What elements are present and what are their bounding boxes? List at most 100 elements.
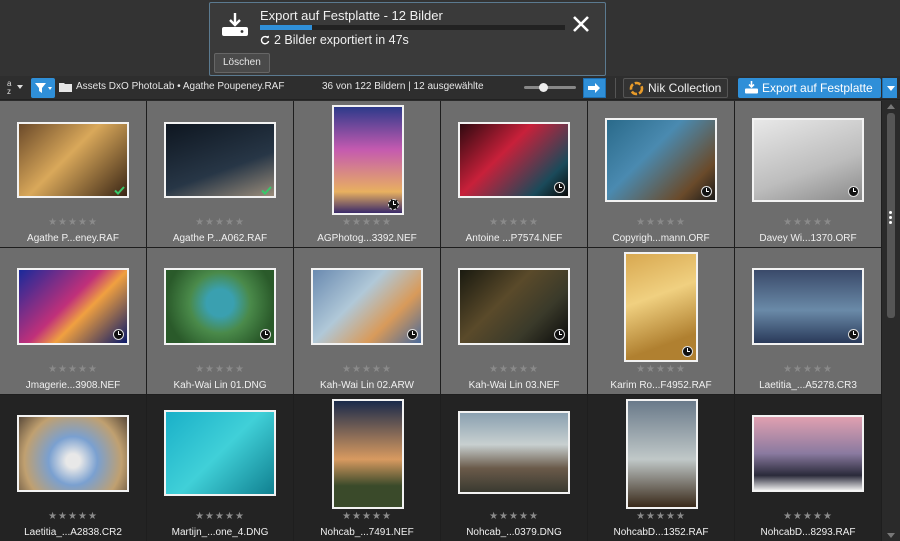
clock-icon bbox=[701, 186, 712, 197]
thumbnail-image[interactable] bbox=[624, 252, 698, 362]
star-rating[interactable]: ★★★★★ bbox=[588, 511, 734, 522]
thumbnail-cell[interactable]: ★★★★★ NohcabD...8293.RAF bbox=[735, 395, 881, 541]
star-rating[interactable]: ★★★★★ bbox=[441, 511, 587, 522]
clock-icon bbox=[407, 329, 418, 340]
sort-button[interactable]: a z bbox=[4, 79, 28, 97]
checkmark-icon bbox=[114, 186, 125, 195]
thumbnail-image[interactable] bbox=[17, 122, 129, 198]
clock-icon bbox=[848, 186, 859, 197]
clear-button[interactable]: Löschen bbox=[214, 53, 270, 73]
thumbnail-cell[interactable]: ★★★★★ Martijn_...one_4.DNG bbox=[147, 395, 293, 541]
star-rating[interactable]: ★★★★★ bbox=[735, 364, 881, 375]
thumbnail-cell[interactable]: ★★★★★ Agathe P...eney.RAF bbox=[0, 101, 146, 247]
thumbnail-filename: Laetitia_...A2838.CR2 bbox=[24, 527, 122, 538]
star-rating[interactable]: ★★★★★ bbox=[0, 364, 146, 375]
thumbnail-image[interactable] bbox=[458, 122, 570, 198]
star-rating[interactable]: ★★★★★ bbox=[147, 511, 293, 522]
thumbnail-image[interactable] bbox=[605, 118, 717, 202]
export-status-text: 2 Bilder exportiert in 47s bbox=[274, 33, 409, 47]
thumbnail-filename: Karim Ro...F4952.RAF bbox=[610, 380, 712, 391]
thumbnail-cell[interactable]: ★★★★★ Nohcab_...7491.NEF bbox=[294, 395, 440, 541]
thumbnail-image[interactable] bbox=[17, 268, 129, 345]
clock-icon bbox=[682, 346, 693, 357]
nik-collection-button[interactable]: Nik Collection bbox=[623, 78, 729, 98]
star-rating[interactable]: ★★★★★ bbox=[0, 511, 146, 522]
thumbnail-cell[interactable]: ★★★★★ Kah-Wai Lin 03.NEF bbox=[441, 248, 587, 394]
thumbnail-filename: Kah-Wai Lin 02.ARW bbox=[320, 380, 414, 391]
thumbnail-filename: Antoine ...P7574.NEF bbox=[465, 233, 563, 244]
thumbnail-image[interactable] bbox=[752, 268, 864, 345]
export-progress-panel: Export auf Festplatte - 12 Bilder 2 Bild… bbox=[209, 2, 606, 76]
hard-disk-icon bbox=[745, 81, 758, 94]
clock-icon bbox=[554, 182, 565, 193]
thumbnail-cell[interactable]: ★★★★★ Laetitia_...A5278.CR3 bbox=[735, 248, 881, 394]
checkmark-icon bbox=[261, 186, 272, 195]
star-rating[interactable]: ★★★★★ bbox=[147, 364, 293, 375]
vertical-scrollbar[interactable] bbox=[882, 101, 900, 541]
star-rating[interactable]: ★★★★★ bbox=[294, 511, 440, 522]
more-options-icon[interactable] bbox=[889, 211, 893, 226]
folder-icon bbox=[59, 83, 72, 92]
thumbnail-cell[interactable]: ★★★★★ Agathe P...A062.RAF bbox=[147, 101, 293, 247]
nik-collection-label: Nik Collection bbox=[648, 81, 722, 95]
sort-chevron-down-icon bbox=[17, 85, 23, 89]
image-count: 36 von 122 Bildern | 12 ausgewählte bbox=[322, 81, 484, 92]
star-rating[interactable]: ★★★★★ bbox=[735, 217, 881, 228]
thumbnail-image[interactable] bbox=[458, 268, 570, 345]
thumbnail-image[interactable] bbox=[164, 268, 276, 345]
filter-button[interactable] bbox=[31, 78, 55, 98]
export-status: 2 Bilder exportiert in 47s bbox=[260, 33, 409, 47]
thumbnail-image[interactable] bbox=[164, 122, 276, 198]
thumbnail-image[interactable] bbox=[311, 268, 423, 345]
star-rating[interactable]: ★★★★★ bbox=[441, 217, 587, 228]
thumbnail-cell[interactable]: ★★★★★ Kah-Wai Lin 01.DNG bbox=[147, 248, 293, 394]
thumbnail-filename: Laetitia_...A5278.CR3 bbox=[759, 380, 857, 391]
export-to-disk-button[interactable]: Export auf Festplatte bbox=[738, 78, 881, 98]
refresh-icon bbox=[260, 35, 270, 45]
export-arrow-button[interactable] bbox=[583, 78, 606, 98]
thumbnail-image[interactable] bbox=[626, 399, 698, 509]
star-rating[interactable]: ★★★★★ bbox=[588, 364, 734, 375]
export-dropdown-button[interactable] bbox=[882, 78, 897, 98]
thumbnail-cell[interactable]: ★★★★★ Karim Ro...F4952.RAF bbox=[588, 248, 734, 394]
star-rating[interactable]: ★★★★★ bbox=[441, 364, 587, 375]
close-icon[interactable] bbox=[570, 13, 592, 35]
thumbnail-image[interactable] bbox=[332, 105, 404, 215]
thumbnail-cell[interactable]: ★★★★★ Kah-Wai Lin 02.ARW bbox=[294, 248, 440, 394]
thumbnail-cell[interactable]: ★★★★★ Laetitia_...A2838.CR2 bbox=[0, 395, 146, 541]
thumbnail-image[interactable] bbox=[752, 118, 864, 202]
thumbnail-image[interactable] bbox=[752, 415, 864, 492]
scroll-down-icon[interactable] bbox=[887, 533, 895, 538]
thumbnail-cell[interactable]: ★★★★★ Copyrigh...mann.ORF bbox=[588, 101, 734, 247]
star-rating[interactable]: ★★★★★ bbox=[588, 217, 734, 228]
sort-z-label: z bbox=[7, 87, 11, 96]
thumbnail-image[interactable] bbox=[332, 399, 404, 509]
toolbar: a z Assets DxO PhotoLab • Agathe Poupene… bbox=[0, 76, 900, 100]
star-rating[interactable]: ★★★★★ bbox=[294, 364, 440, 375]
thumbnail-filename: Davey Wi...1370.ORF bbox=[759, 233, 857, 244]
thumbnail-image[interactable] bbox=[458, 411, 570, 494]
thumbnail-cell[interactable]: ★★★★★ NohcabD...1352.RAF bbox=[588, 395, 734, 541]
scroll-up-icon[interactable] bbox=[887, 104, 895, 109]
thumbnail-cell[interactable]: ★★★★★ AGPhotog...3392.NEF bbox=[294, 101, 440, 247]
star-rating[interactable]: ★★★★★ bbox=[294, 217, 440, 228]
breadcrumb[interactable]: Assets DxO PhotoLab • Agathe Poupeney.RA… bbox=[76, 81, 284, 92]
hard-disk-icon bbox=[222, 13, 248, 36]
toolbar-divider bbox=[615, 78, 616, 98]
thumbnail-filename: Agathe P...A062.RAF bbox=[172, 233, 268, 244]
thumbnail-filename: NohcabD...8293.RAF bbox=[760, 527, 856, 538]
clock-icon bbox=[113, 329, 124, 340]
thumbnail-cell[interactable]: ★★★★★ Davey Wi...1370.ORF bbox=[735, 101, 881, 247]
thumbnail-image[interactable] bbox=[164, 410, 276, 496]
thumbnail-cell[interactable]: ★★★★★ Nohcab_...0379.DNG bbox=[441, 395, 587, 541]
star-rating[interactable]: ★★★★★ bbox=[735, 511, 881, 522]
thumbnail-cell[interactable]: ★★★★★ Antoine ...P7574.NEF bbox=[441, 101, 587, 247]
thumbnail-filename: NohcabD...1352.RAF bbox=[613, 527, 709, 538]
star-rating[interactable]: ★★★★★ bbox=[0, 217, 146, 228]
thumbnail-cell[interactable]: ★★★★★ Jmagerie...3908.NEF bbox=[0, 248, 146, 394]
thumbnail-size-slider[interactable] bbox=[524, 83, 576, 92]
thumbnail-image[interactable] bbox=[17, 415, 129, 492]
star-rating[interactable]: ★★★★★ bbox=[147, 217, 293, 228]
slider-knob[interactable] bbox=[539, 83, 549, 92]
filter-icon bbox=[35, 83, 52, 93]
